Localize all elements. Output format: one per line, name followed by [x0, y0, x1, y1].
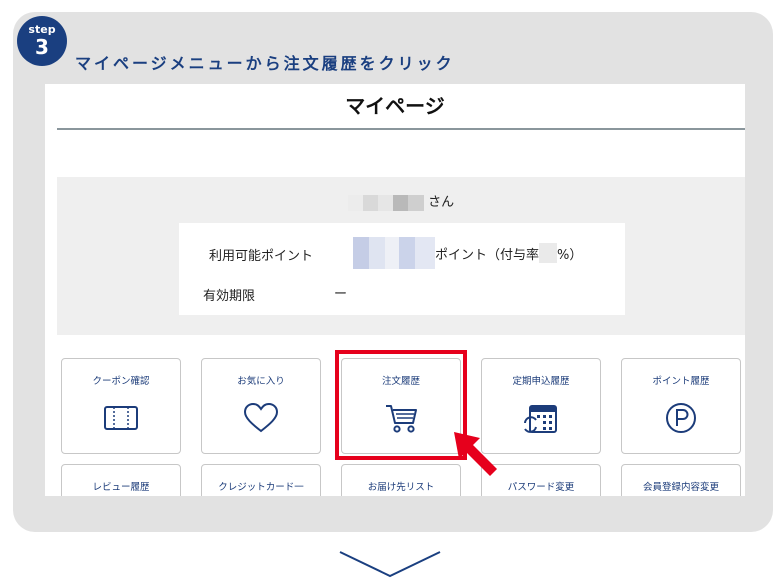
user-suffix: さん [428, 195, 455, 210]
menu-tile-member-info-change[interactable]: 会員登録内容変更 [621, 464, 741, 496]
expiry-label: 有効期限 [203, 289, 256, 304]
menu-tile-label: 会員登録内容変更 [642, 482, 719, 493]
instruction-text: マイページメニューから注文履歴をクリック [75, 54, 455, 73]
menu-tile-label: お届け先リスト [367, 482, 435, 493]
rate-suffix: %） [557, 247, 583, 263]
menu-tile-label: 定期申込履歴 [512, 376, 570, 387]
order-history-highlight [335, 350, 467, 460]
blurred-user-name [347, 194, 424, 211]
member-info-area: さん 利用可能ポイント ポイント（付与率 %） 有効期限 ー [57, 177, 745, 335]
menu-tile-label: ポイント履歴 [652, 376, 710, 387]
menu-tile-review-history[interactable]: レビュー履歴 [61, 464, 181, 496]
menu-tile-label: レビュー履歴 [92, 482, 150, 493]
coupon-book-icon [104, 406, 138, 430]
title-divider [57, 128, 745, 130]
menu-tile-label: クーポン確認 [92, 376, 150, 387]
menu-tile-favorites[interactable]: お気に入り [201, 358, 321, 454]
points-box: 利用可能ポイント ポイント（付与率 %） 有効期限 ー [179, 223, 625, 315]
heart-icon [243, 402, 279, 433]
chevron-down-icon [339, 551, 441, 578]
blurred-points-value [353, 237, 435, 269]
points-unit-text: ポイント（付与率 [435, 247, 540, 263]
available-points-label: 利用可能ポイント [209, 249, 314, 264]
menu-tile-delivery-address[interactable]: お届け先リスト [341, 464, 461, 496]
blurred-rate-value [539, 243, 558, 263]
menu-tile-label: お気に入り [237, 376, 285, 387]
page-title: マイページ [345, 94, 445, 118]
menu-tile-point-history[interactable]: ポイント履歴 [621, 358, 741, 454]
menu-tile-coupon[interactable]: クーポン確認 [61, 358, 181, 454]
calendar-repeat-icon [524, 405, 557, 433]
point-p-icon [666, 403, 696, 433]
available-points-value: ポイント（付与率 %） [353, 237, 582, 269]
click-arrow-icon [454, 432, 497, 476]
menu-tile-credit-card[interactable]: クレジットカード一 [201, 464, 321, 496]
menu-tile-label: クレジットカード一 [218, 482, 304, 493]
expiry-value: ー [334, 287, 348, 302]
step-badge: step 3 [17, 16, 67, 66]
step-number: 3 [35, 35, 49, 59]
menu-tile-label: パスワード変更 [507, 482, 575, 493]
user-name-row: さん [57, 191, 745, 211]
